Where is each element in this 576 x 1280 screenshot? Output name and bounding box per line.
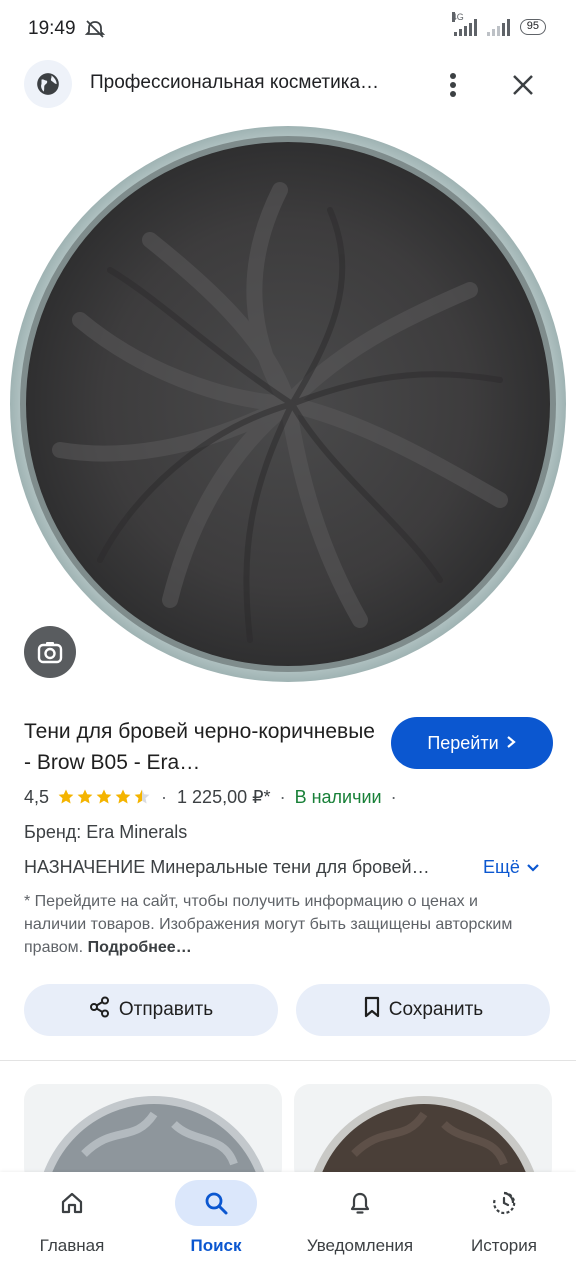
more-button[interactable]: Ещё: [483, 857, 540, 878]
google-lens-icon[interactable]: [24, 626, 76, 678]
nav-item-search[interactable]: Поиск: [144, 1180, 288, 1270]
page-header: Профессиональная косметика…: [0, 58, 576, 112]
status-time: 19:49: [28, 18, 76, 39]
chevron-right-icon: [505, 733, 517, 754]
go-to-site-button[interactable]: Перейти: [391, 717, 553, 769]
product-title[interactable]: Тени для бровей черно-коричневые - Brow …: [24, 716, 380, 778]
close-icon[interactable]: [506, 68, 540, 102]
nav-label: Главная: [39, 1236, 105, 1255]
nav-item-home[interactable]: Главная: [0, 1180, 144, 1270]
nav-label: Поиск: [190, 1236, 242, 1255]
rating-stars: [57, 788, 151, 806]
nav-item-history[interactable]: История: [432, 1180, 576, 1270]
globe-icon: [24, 60, 72, 108]
bottom-navigation: Главная Поиск Уведомления История: [0, 1172, 576, 1280]
save-button[interactable]: Сохранить: [296, 984, 550, 1036]
nav-label: Уведомления: [306, 1236, 414, 1255]
product-image[interactable]: [0, 120, 576, 700]
related-image-card[interactable]: [294, 1084, 552, 1184]
related-image-card[interactable]: [24, 1084, 282, 1184]
chevron-down-icon: [526, 857, 540, 878]
status-bar: 19:49 4G 95: [0, 0, 576, 58]
status-indicators: 4G 95: [451, 12, 546, 36]
save-label: Сохранить: [388, 999, 484, 1020]
divider: [0, 1060, 576, 1061]
history-icon: [463, 1180, 545, 1226]
home-icon: [31, 1180, 113, 1226]
separator: ·: [279, 786, 286, 807]
bell-icon: [319, 1180, 401, 1226]
rating-value: 4,5: [24, 786, 50, 807]
product-description: НАЗНАЧЕНИЕ Минеральные тени для бровей…: [24, 857, 430, 877]
brand: Бренд: Era Minerals: [24, 822, 188, 842]
disclaimer: * Перейдите на сайт, чтобы получить инфо…: [24, 890, 544, 959]
signal-4g-icon: 4G: [451, 12, 477, 36]
search-icon: [175, 1180, 257, 1226]
more-label: Ещё: [483, 857, 520, 877]
mute-icon: [84, 19, 106, 39]
share-label: Отправить: [118, 999, 214, 1020]
page-title: Профессиональная косметика…: [90, 72, 380, 93]
star-icon: [77, 789, 93, 804]
star-icon: [115, 789, 131, 804]
star-icon: [134, 789, 150, 804]
nav-label: История: [471, 1236, 537, 1255]
separator: ·: [161, 786, 168, 807]
star-icon: [96, 789, 112, 804]
battery-indicator: 95: [519, 19, 546, 35]
signal-2-icon: [486, 18, 510, 36]
separator: ·: [390, 786, 397, 807]
star-icon: [58, 789, 74, 804]
more-vert-icon[interactable]: [438, 68, 468, 102]
share-icon: [89, 996, 111, 1024]
product-meta: 4,5 · 1 225,00 ₽* · В наличии ·: [24, 784, 406, 810]
price: 1 225,00 ₽*: [177, 786, 271, 807]
share-button[interactable]: Отправить: [24, 984, 278, 1036]
nav-item-notifications[interactable]: Уведомления: [288, 1180, 432, 1270]
go-to-site-label: Перейти: [427, 732, 499, 753]
bookmark-icon: [363, 996, 381, 1024]
learn-more-link[interactable]: Подробнее…: [88, 939, 192, 956]
availability-status: В наличии: [294, 786, 382, 807]
